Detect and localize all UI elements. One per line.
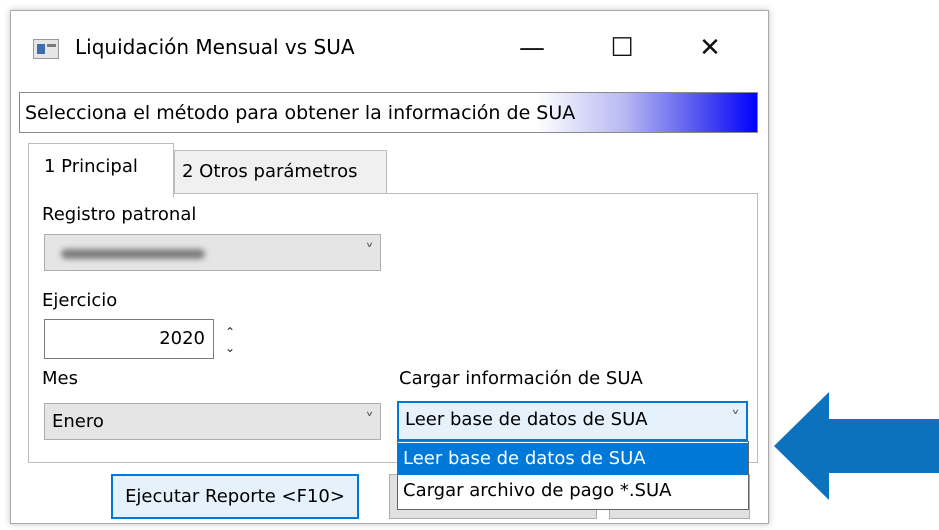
maximize-button[interactable]: ☐ [587, 23, 657, 73]
registro-patronal-label: Registro patronal [42, 204, 197, 225]
chevron-down-icon: ˅ [365, 241, 374, 262]
minimize-button[interactable]: — [497, 23, 567, 73]
instruction-banner: Selecciona el método para obtener la inf… [19, 92, 758, 133]
tab-otros-parametros[interactable]: 2 Otros parámetros [174, 150, 387, 193]
run-report-button[interactable]: Ejecutar Reporte <F10> [111, 474, 359, 519]
mes-label: Mes [42, 368, 78, 389]
window-title: Liquidación Mensual vs SUA [75, 35, 355, 59]
banner-text: Selecciona el método para obtener la inf… [25, 102, 576, 124]
redacted-value [61, 249, 205, 259]
ejercicio-input[interactable]: 2020 [44, 319, 214, 359]
dialog-window: Liquidación Mensual vs SUA — ☐ ✕ Selecci… [10, 10, 769, 524]
cargar-sua-label: Cargar información de SUA [399, 368, 643, 389]
spin-up-icon[interactable]: ⌃ [225, 326, 235, 338]
option-leer-base-datos[interactable]: Leer base de datos de SUA [398, 443, 748, 475]
registro-patronal-select[interactable]: ˅ [44, 234, 381, 271]
annotation-arrow-icon [774, 392, 939, 500]
spin-down-icon[interactable]: ⌄ [225, 342, 235, 354]
ejercicio-value: 2020 [159, 328, 205, 349]
ejercicio-spinner[interactable]: ⌃ ⌄ [220, 322, 242, 358]
mes-select[interactable]: Enero ˅ [44, 403, 381, 440]
option-cargar-archivo-pago[interactable]: Cargar archivo de pago *.SUA [398, 475, 748, 507]
tab-principal[interactable]: 1 Principal [28, 143, 174, 197]
chevron-down-icon: ˅ [365, 410, 374, 431]
cargar-sua-select[interactable]: Leer base de datos de SUA ˅ [397, 401, 748, 441]
chevron-down-icon: ˅ [731, 408, 740, 429]
app-icon [33, 39, 59, 59]
cargar-sua-dropdown-list: Leer base de datos de SUA Cargar archivo… [397, 441, 749, 510]
ejercicio-label: Ejercicio [42, 290, 118, 311]
cargar-sua-value: Leer base de datos de SUA [405, 409, 648, 430]
mes-value: Enero [52, 411, 104, 432]
title-bar[interactable]: Liquidación Mensual vs SUA — ☐ ✕ [11, 11, 768, 83]
arrow-shape [774, 392, 939, 500]
close-button[interactable]: ✕ [675, 23, 745, 73]
